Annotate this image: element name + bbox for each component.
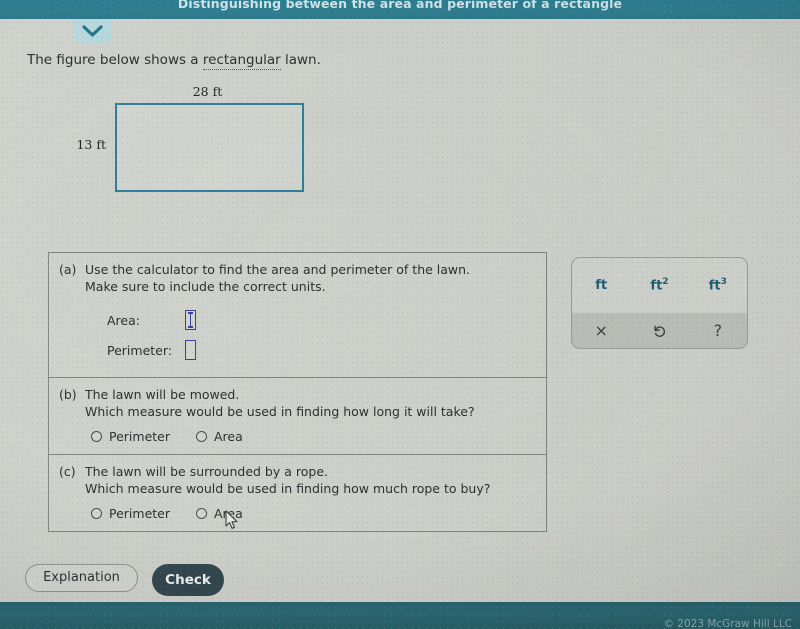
question-label-c: (c) [59, 464, 76, 479]
rectangle-shape [115, 103, 304, 192]
clear-icon[interactable]: × [572, 323, 630, 339]
keypad-tools-row: × ? [572, 313, 747, 348]
question-c-line2: Which measure would be used in finding h… [85, 480, 491, 496]
exercise-screen: Distinguishing between the area and peri… [0, 0, 800, 629]
question-section-c: (c) The lawn will be surrounded by a rop… [49, 454, 546, 531]
footer-bar: © 2023 McGraw Hill LLC [0, 602, 800, 629]
question-section-a: (a) Use the calculator to find the area … [49, 253, 546, 377]
question-section-b: (b) The lawn will be mowed. Which measur… [49, 377, 546, 454]
unit-key-ft2-exp: 2 [662, 277, 669, 288]
header-bar: Distinguishing between the area and peri… [0, 0, 800, 19]
radio-circle-icon [91, 508, 102, 519]
radio-circle-icon [196, 508, 207, 519]
perimeter-input[interactable] [185, 340, 196, 360]
page-title: Distinguishing between the area and peri… [177, 0, 623, 11]
figure-height-label: 13 ft [76, 137, 106, 152]
unit-key-ft[interactable]: ft [572, 278, 630, 293]
question-b-choices: Perimeter Area [59, 429, 536, 444]
radio-circle-icon [91, 431, 102, 442]
area-field-row: Area: [59, 305, 536, 335]
question-label-b: (b) [59, 387, 77, 402]
unit-key-ft2[interactable]: ft2 [630, 277, 688, 293]
radio-circle-icon [196, 431, 207, 442]
radio-b-perimeter[interactable]: Perimeter [91, 429, 170, 444]
unit-keys-row: ft ft2 ft3 [572, 258, 747, 313]
prompt-text-before: The figure below shows a [27, 52, 203, 68]
radio-c-perimeter-label: Perimeter [109, 506, 170, 521]
copyright-text: © 2023 McGraw Hill LLC [663, 618, 792, 629]
text-caret [190, 314, 192, 327]
collapse-panel-button[interactable] [73, 19, 112, 43]
figure-width-label: 28 ft [192, 84, 223, 99]
question-a-line2: Make sure to include the correct units. [85, 278, 326, 294]
radio-b-area-label: Area [214, 429, 243, 444]
prompt-sentence: The figure below shows a rectangular law… [27, 52, 321, 70]
perimeter-field-row: Perimeter: [59, 335, 536, 365]
question-label-a: (a) [59, 262, 77, 277]
unit-key-ft-base: ft [595, 278, 608, 293]
radio-b-perimeter-label: Perimeter [109, 429, 170, 444]
unit-key-ft3[interactable]: ft3 [689, 277, 747, 293]
unit-key-ft3-exp: 3 [720, 277, 727, 288]
area-field-caption: Area: [107, 312, 140, 328]
question-b-line1: The lawn will be mowed. [85, 387, 240, 402]
question-c-choices: Perimeter Area [59, 506, 536, 521]
area-input[interactable] [185, 310, 196, 330]
unit-keypad-panel: ft ft2 ft3 × ? [571, 257, 748, 349]
perimeter-field-caption: Perimeter: [107, 342, 172, 358]
question-c-line1: The lawn will be surrounded by a rope. [85, 464, 328, 479]
unit-key-ft2-base: ft [650, 278, 663, 294]
glossary-term-rectangular[interactable]: rectangular [202, 52, 281, 70]
answer-fields: Area: Perimeter: [59, 305, 536, 365]
explanation-button[interactable]: Explanation [25, 564, 138, 592]
unit-key-ft3-base: ft [708, 278, 721, 294]
undo-icon[interactable] [630, 323, 688, 339]
mouse-cursor [225, 510, 241, 536]
question-a-line1: Use the calculator to find the area and … [85, 262, 471, 277]
prompt-text-after: lawn. [280, 52, 321, 68]
help-icon[interactable]: ? [689, 323, 747, 339]
radio-b-area[interactable]: Area [196, 429, 243, 444]
question-b-line2: Which measure would be used in finding h… [85, 403, 475, 419]
check-button[interactable]: Check [152, 564, 224, 596]
question-panel: (a) Use the calculator to find the area … [48, 252, 547, 532]
radio-c-perimeter[interactable]: Perimeter [91, 506, 170, 521]
